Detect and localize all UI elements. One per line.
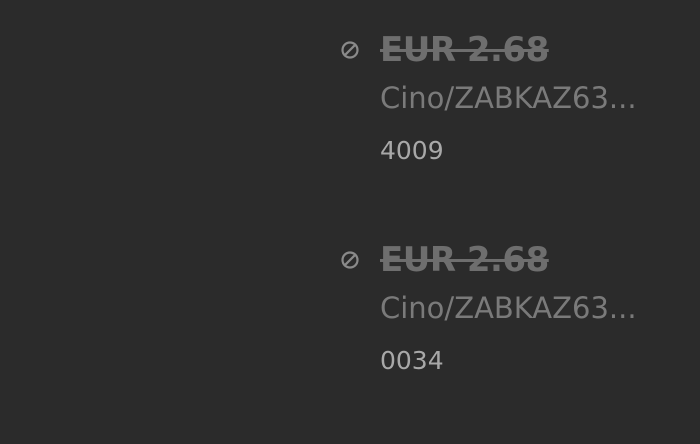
transaction-card-number: 4009 xyxy=(380,136,444,165)
transaction-item[interactable]: EUR 2.68 Cino/ZABKAZ63... 0034 xyxy=(338,238,678,388)
transaction-card-number: 0034 xyxy=(380,346,444,375)
transaction-merchant: Cino/ZABKAZ63... xyxy=(380,81,637,115)
transaction-amount: EUR 2.68 xyxy=(380,30,549,70)
transaction-item[interactable]: EUR 2.68 Cino/ZABKAZ63... 4009 xyxy=(338,28,678,178)
blocked-icon xyxy=(341,251,359,269)
transaction-merchant: Cino/ZABKAZ63... xyxy=(380,291,637,325)
transaction-amount: EUR 2.68 xyxy=(380,240,549,280)
blocked-icon xyxy=(341,41,359,59)
